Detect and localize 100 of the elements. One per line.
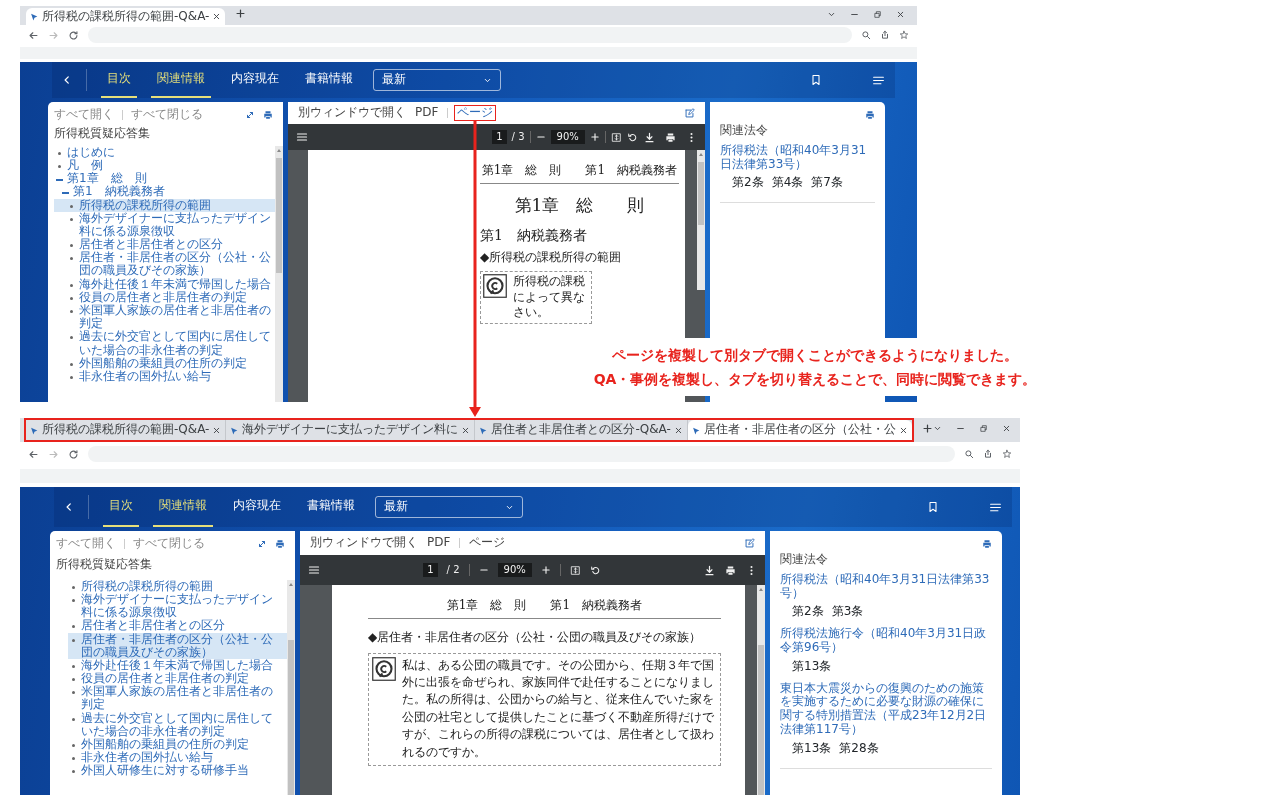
collapse-all-link[interactable]: すべて閉じる — [133, 537, 205, 551]
download-icon[interactable] — [704, 564, 715, 576]
viewer-link[interactable]: ページ — [466, 535, 509, 551]
menu-icon[interactable] — [296, 131, 308, 143]
nav-tab[interactable]: 書籍情報 — [299, 62, 359, 98]
nav-tab[interactable]: 内容現在 — [225, 62, 285, 98]
plus-icon[interactable] — [235, 8, 247, 19]
restore-icon[interactable] — [873, 9, 882, 19]
menu-icon[interactable] — [308, 564, 320, 576]
scrollbar[interactable] — [275, 145, 283, 402]
expand-all-link[interactable]: すべて開く — [54, 108, 114, 122]
bookmark-icon[interactable] — [927, 501, 939, 513]
toc-item[interactable]: 役員の居住者と非居住者の判定 — [54, 290, 275, 305]
edit-icon[interactable] — [744, 537, 755, 549]
toc-item[interactable]: 海外赴任後１年未満で帰国した場合 — [54, 277, 275, 291]
toc-item[interactable]: 居住者と非居住者との区分 — [54, 238, 275, 252]
toc-item[interactable]: 役員の居住者と非居住者の判定 — [68, 672, 287, 686]
article-link[interactable]: 第4条 — [771, 176, 804, 191]
toc-item[interactable]: 所得税の課税所得の範囲 — [68, 579, 287, 593]
print-icon[interactable] — [263, 110, 273, 120]
print-icon[interactable] — [982, 539, 992, 549]
zoom-field[interactable]: 90% — [550, 130, 585, 144]
toc-item[interactable]: 海外赴任後１年未満で帰国した場合 — [68, 658, 287, 673]
law-link[interactable]: 東日本大震災からの復興のための施策を実施するために必要な財源の確保に関する特別措置法（平成23年12月2日法律第117号） — [780, 681, 992, 737]
expand-all-link[interactable]: すべて開く — [56, 537, 116, 551]
nav-tab[interactable]: 書籍情報 — [301, 487, 361, 527]
toc-item[interactable]: 凡 例 — [54, 159, 275, 173]
share-icon[interactable] — [880, 30, 890, 40]
magnifier-icon[interactable] — [861, 30, 871, 40]
print-icon[interactable] — [725, 564, 736, 576]
scrollbar[interactable] — [697, 150, 705, 290]
print-icon[interactable] — [665, 131, 676, 143]
article-link[interactable]: 第2条 — [732, 176, 764, 191]
toc-item[interactable]: 海外デザイナーに支払ったデザイン料に係る源泉徴収 — [68, 593, 287, 620]
print-icon[interactable] — [275, 539, 285, 549]
viewer-link[interactable]: PDF — [412, 105, 442, 121]
back-icon[interactable] — [28, 448, 39, 460]
toc-item[interactable]: 非永住者の国外払い給与 — [54, 370, 275, 384]
expand-icon[interactable] — [257, 539, 267, 549]
share-icon[interactable] — [983, 449, 993, 459]
article-link[interactable]: 第3条 — [831, 605, 864, 620]
law-link[interactable]: 所得税法（昭和40年3月31日法律第33号） — [720, 143, 875, 172]
viewer-link[interactable]: ページ — [454, 105, 497, 121]
toc-item[interactable]: 外国船舶の乗組員の住所の判定 — [68, 738, 287, 752]
plus-icon[interactable] — [589, 132, 600, 142]
law-link[interactable]: 所得税法（昭和40年3月31日法律第33号） — [780, 572, 992, 601]
close-icon[interactable] — [1001, 424, 1011, 433]
restore-icon[interactable] — [978, 424, 988, 433]
rotate-icon[interactable] — [589, 564, 601, 576]
plus-icon[interactable] — [921, 422, 933, 434]
chevron-left-icon[interactable] — [64, 502, 74, 512]
back-icon[interactable] — [28, 29, 39, 41]
star-icon[interactable] — [1002, 449, 1012, 459]
magnifier-icon[interactable] — [964, 449, 974, 459]
reload-icon[interactable] — [68, 448, 79, 460]
print-icon[interactable] — [865, 110, 875, 120]
toc-item[interactable]: 海外デザイナーに支払ったデザイン料に係る源泉徴収 — [54, 211, 275, 239]
nav-tab[interactable]: 内容現在 — [227, 487, 287, 527]
browser-tab[interactable]: 所得税の課税所得の範囲-Q&A- — [26, 420, 227, 440]
article-link[interactable]: 第28条 — [839, 741, 879, 756]
close-icon[interactable] — [896, 9, 905, 19]
toc-item[interactable]: 過去に外交官として国内に居住していた場合の非永住者の判定 — [54, 330, 275, 357]
page-number-field[interactable]: 1 — [492, 130, 507, 144]
toc-item[interactable]: 居住者・非居住者の区分（公社・公団の職員及びその家族） — [68, 632, 287, 659]
nav-tab[interactable]: 目次 — [101, 62, 137, 98]
open-window-link[interactable]: 別ウィンドウで開く — [298, 106, 406, 120]
browser-tab[interactable]: 所得税の課税所得の範囲-Q&A- — [26, 8, 226, 25]
toc-item[interactable]: 米国軍人家族の居住者と非居住者の判定 — [68, 685, 287, 712]
toc-item[interactable]: 過去に外交官として国内に居住していた場合の非永住者の判定 — [68, 711, 287, 739]
browser-tab[interactable]: 海外デザイナーに支払ったデザイン料に — [226, 420, 476, 440]
law-link[interactable]: 所得税法施行令（昭和40年3月31日政令第96号） — [780, 627, 992, 655]
toc-item[interactable]: 非永住者の国外払い給与 — [68, 751, 287, 765]
close-icon[interactable] — [673, 425, 683, 435]
zoom-field[interactable]: 90% — [497, 563, 532, 577]
article-link[interactable]: 第13条 — [792, 659, 832, 674]
download-icon[interactable] — [644, 131, 655, 143]
nav-tab[interactable]: 関連情報 — [151, 62, 211, 98]
toc-item[interactable]: 居住者・非居住者の区分（公社・公団の職員及びその家族） — [54, 251, 275, 278]
toc-item[interactable]: 第1 納税義務者 — [54, 185, 275, 199]
close-icon[interactable] — [461, 425, 471, 435]
close-icon[interactable] — [898, 425, 908, 435]
toc-item[interactable]: 所得税の課税所得の範囲 — [54, 198, 275, 212]
edit-icon[interactable] — [684, 107, 695, 119]
rotate-icon[interactable] — [626, 131, 638, 143]
chevron-down-icon[interactable] — [932, 424, 942, 433]
nav-tab[interactable]: 目次 — [103, 487, 139, 527]
bookmark-icon[interactable] — [810, 74, 822, 86]
viewer-link[interactable]: PDF — [424, 535, 454, 551]
browser-tab[interactable]: 居住者と非居住者との区分-Q&A- — [475, 420, 688, 440]
version-select[interactable]: 最新 — [375, 496, 523, 518]
close-icon[interactable] — [212, 425, 222, 435]
nav-tab[interactable]: 関連情報 — [153, 487, 213, 527]
page-number-field[interactable]: 1 — [423, 563, 438, 577]
plus-icon[interactable] — [540, 565, 551, 575]
toc-item[interactable]: はじめに — [54, 145, 275, 159]
scrollbar[interactable] — [757, 585, 765, 795]
open-window-link[interactable]: 別ウィンドウで開く — [310, 536, 418, 550]
article-link[interactable]: 第13条 — [792, 741, 832, 756]
fit-page-icon[interactable] — [569, 564, 581, 576]
toc-item[interactable]: 外国船舶の乗組員の住所の判定 — [54, 356, 275, 370]
